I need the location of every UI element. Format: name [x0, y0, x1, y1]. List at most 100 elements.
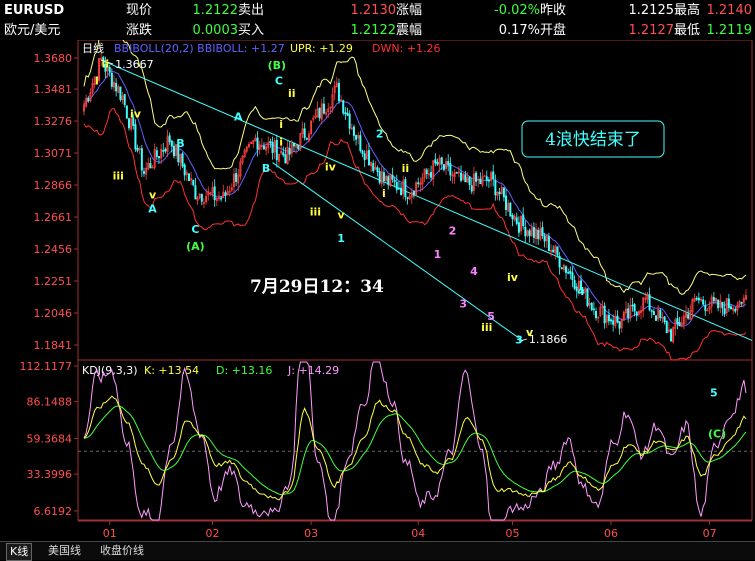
- candle-body: [612, 320, 615, 325]
- quote-label: 买入: [238, 23, 265, 38]
- y-tick-label: 1.3680: [34, 52, 73, 65]
- candle-body: [142, 171, 145, 174]
- candle-body: [648, 294, 651, 311]
- candle-body: [355, 135, 358, 140]
- candle-body: [123, 94, 126, 106]
- kdj-legend-item: KDJ(9,3,3): [82, 364, 138, 377]
- wave-label: 4: [577, 285, 585, 298]
- wave-label: ii: [402, 162, 410, 175]
- candle-body: [695, 297, 698, 300]
- kdj-wave-label: (C): [708, 428, 726, 441]
- candle-body: [164, 148, 167, 152]
- candle-body: [406, 197, 409, 199]
- y-tick-label: 1.1841: [34, 339, 73, 352]
- candle-body: [162, 150, 165, 152]
- candle-body: [730, 306, 733, 310]
- candle-body: [172, 145, 175, 157]
- candle-body: [344, 112, 347, 115]
- quote-header: EURUSD 欧元/美元 现价 1.2122 卖出 1.2130 涨幅 -0.02% 昨收 1…: [0, 0, 755, 40]
- candle-body: [524, 226, 527, 237]
- x-tick-label: 05: [505, 527, 519, 540]
- main-legend-item: UPR: +1.29: [290, 42, 353, 55]
- wave-label: 2: [376, 128, 384, 141]
- wave-label: B: [176, 137, 184, 150]
- candle-body: [592, 308, 595, 311]
- y-tick-label: 1.2251: [34, 275, 73, 288]
- candle-body: [659, 309, 662, 318]
- high-value-label: 1.3667: [115, 58, 154, 71]
- tab-close-line[interactable]: 收盘价线: [100, 543, 144, 559]
- candle-body: [125, 105, 128, 119]
- quote-value: 1.2122: [350, 23, 397, 38]
- kdj-legend-item: J: +14.29: [287, 364, 339, 377]
- candle-body: [187, 173, 190, 182]
- candle-body: [460, 172, 463, 181]
- candle-body: [213, 186, 216, 201]
- x-tick-label: 01: [103, 527, 117, 540]
- candle-body: [430, 172, 433, 178]
- candle-body: [712, 297, 715, 302]
- candle-body: [571, 272, 574, 280]
- candle-body: [556, 246, 559, 256]
- wave-label: (A): [186, 240, 205, 253]
- candle-body: [687, 314, 690, 319]
- kdj-legend-item: K: +13.54: [144, 364, 199, 377]
- tab-us-line[interactable]: 美国线: [48, 543, 81, 559]
- y-tick-label: 1.2046: [34, 307, 73, 320]
- main-chart[interactable]: 1.3680 1.3481 1.3276 1.3071 1.2866 1.2661 1.24…: [0, 40, 755, 541]
- quote-value: 1.2140: [706, 3, 753, 18]
- candle-body: [271, 142, 274, 153]
- wave-label: 3: [459, 298, 467, 311]
- quote-label: 昨收: [540, 3, 567, 18]
- candle-body: [603, 305, 606, 324]
- candle-body: [352, 126, 355, 136]
- candle-body: [734, 308, 737, 312]
- candle-body: [455, 172, 458, 174]
- candle-body: [487, 179, 490, 182]
- kdj-wave-label: 5: [710, 386, 718, 399]
- channel-lower-line: [272, 162, 524, 342]
- quote-label: 现价: [126, 3, 153, 18]
- candle-body: [292, 142, 295, 147]
- candle-body: [652, 311, 655, 315]
- wave-label: B: [262, 162, 270, 175]
- x-tick-label: 07: [703, 527, 717, 540]
- candle-body: [322, 103, 325, 114]
- tab-kline[interactable]: K线: [6, 543, 33, 561]
- candle-body: [262, 145, 265, 150]
- candle-body: [502, 187, 505, 198]
- candle-body: [541, 227, 544, 237]
- wave-label: (B): [268, 59, 286, 72]
- candle-body: [670, 329, 673, 342]
- upr-band-line: [83, 40, 747, 295]
- candle-body: [382, 172, 385, 181]
- candle-body: [655, 315, 658, 321]
- wave-label: C: [191, 223, 199, 236]
- candle-body: [200, 193, 203, 202]
- main-legend-item: 日线: [82, 41, 104, 55]
- candle-body: [650, 310, 653, 312]
- candle-body: [436, 161, 439, 165]
- candle-body: [627, 308, 630, 319]
- candle-body: [337, 82, 340, 102]
- candle-body: [87, 97, 90, 102]
- candle-body: [108, 67, 111, 73]
- candle-body: [569, 270, 572, 274]
- candle-body: [297, 144, 300, 150]
- y-tick-label: 1.2661: [34, 211, 73, 224]
- candle-body: [359, 135, 362, 152]
- channel-upper-line: [100, 59, 753, 341]
- candle-body: [740, 302, 743, 304]
- candle-body: [635, 311, 638, 316]
- kdj-tick-label: 6.6192: [34, 505, 73, 518]
- wave-label: 2: [449, 224, 457, 237]
- quote-label: 最高: [674, 3, 701, 18]
- wave-label: C: [275, 75, 283, 88]
- candle-body: [537, 230, 540, 240]
- candle-body: [721, 301, 724, 309]
- wave-label: iii: [310, 206, 321, 219]
- candle-body: [168, 135, 171, 143]
- wave-label: 4: [470, 265, 478, 278]
- wave-label: 1: [434, 248, 442, 261]
- wave-label: v: [338, 209, 346, 222]
